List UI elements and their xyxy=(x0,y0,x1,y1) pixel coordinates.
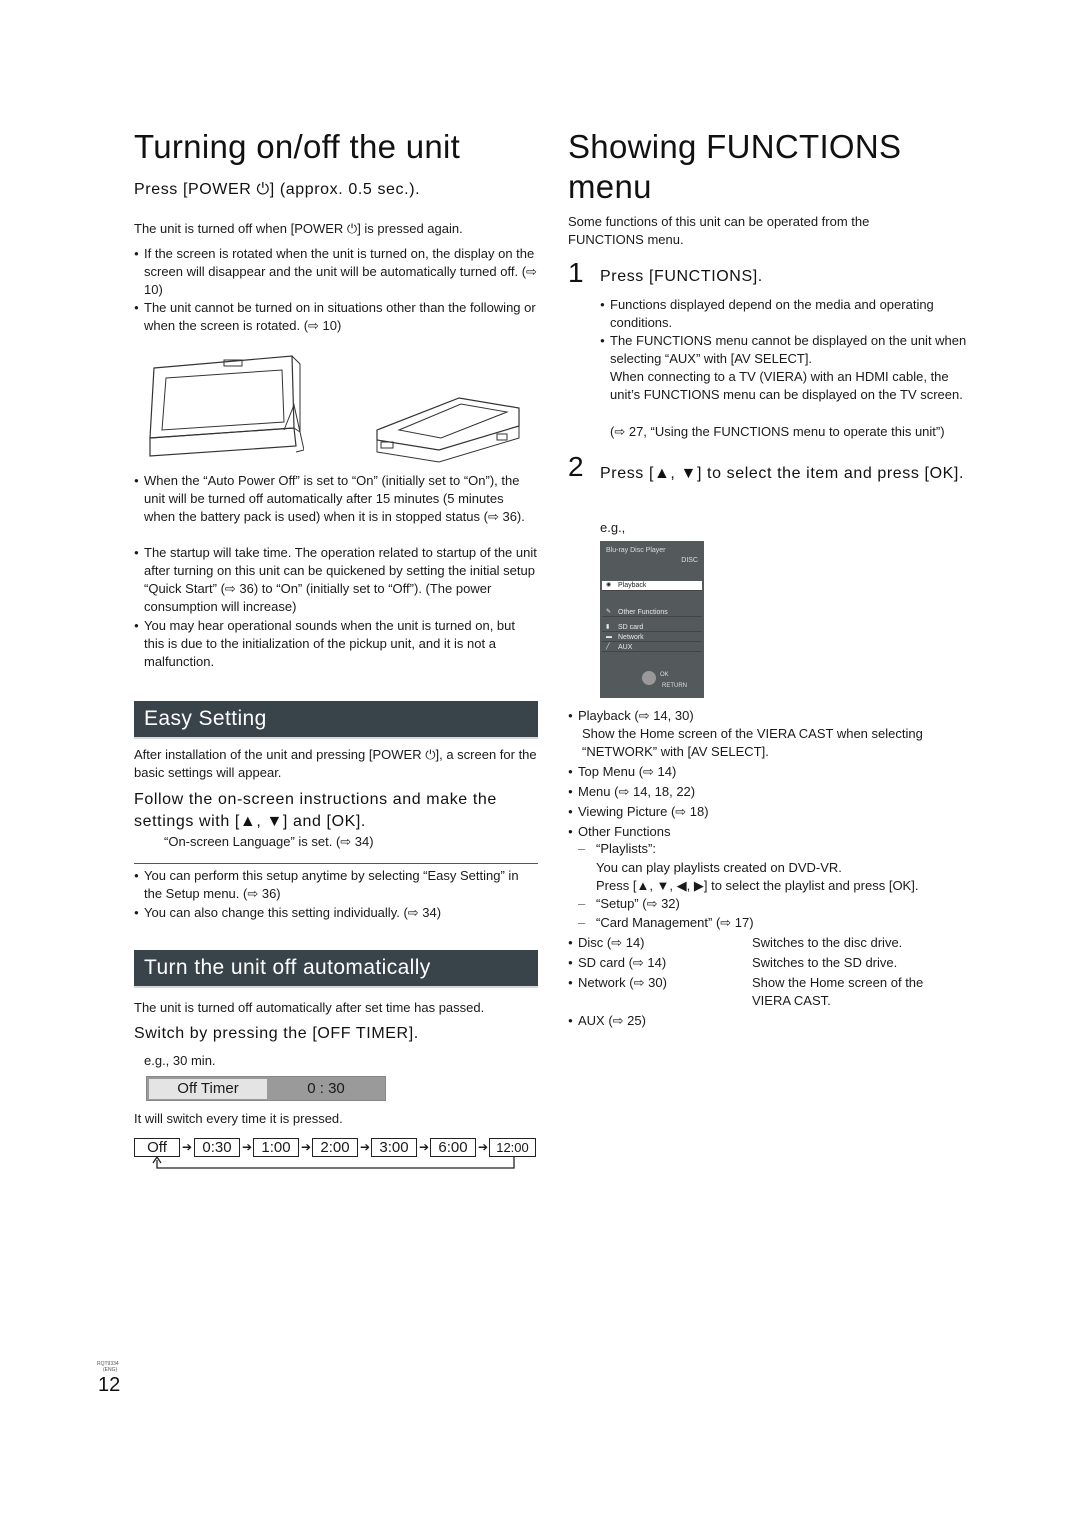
arrow-right-icon: ➔ xyxy=(301,1140,312,1154)
menu-item-playback[interactable]: ◉ Playback xyxy=(602,581,702,591)
sub-item: “Playlists”: xyxy=(596,841,656,856)
off-timer-display: Off Timer 0 : 30 xyxy=(146,1076,386,1101)
bullet-item: The startup will take time. The operatio… xyxy=(134,544,538,616)
model-code: RQT9334 (ENG) xyxy=(97,1361,119,1373)
arrow-right-icon: ➔ xyxy=(419,1140,430,1154)
sub-item-desc: You can play playlists created on DVD-VR… xyxy=(596,860,842,875)
tools-icon: ✎ xyxy=(606,609,612,615)
list-item-desc: Show the Home screen of the VIERA CAST w… xyxy=(582,726,923,759)
network-icon: ▬ xyxy=(606,634,612,640)
dash-icon: – xyxy=(578,915,586,930)
list-item: Menu (⇨ 14, 18, 22) xyxy=(568,783,695,801)
sd-card-icon: ▮ xyxy=(606,624,610,630)
auto-off-example: e.g., 30 min. xyxy=(144,1053,216,1068)
table-row-label: AUX (⇨ 25) xyxy=(568,1012,646,1030)
page-number: 12 xyxy=(98,1374,121,1396)
functions-intro: Some functions of this unit can be opera… xyxy=(568,214,870,247)
timer-step: 2:00 xyxy=(312,1138,358,1157)
section-header-auto-off: Turn the unit off automatically xyxy=(134,950,538,988)
table-row-desc: Switches to the SD drive. xyxy=(752,955,898,970)
sub-item: “Setup” (⇨ 32) xyxy=(596,896,680,911)
timer-step: 12:00 xyxy=(489,1138,536,1157)
list-item: Viewing Picture (⇨ 18) xyxy=(568,803,709,821)
section-title-functions: Showing FUNCTIONS xyxy=(568,128,902,165)
loop-back-arrow-icon xyxy=(152,1157,515,1169)
step2-example: e.g., xyxy=(600,520,626,535)
arrow-right-icon: ➔ xyxy=(242,1140,253,1154)
bullet-item: If the screen is rotated when the unit i… xyxy=(134,245,538,299)
table-row-label: Disc (⇨ 14) xyxy=(568,934,645,952)
list-item: Playback (⇨ 14, 30) xyxy=(568,707,972,725)
bullet-item: Functions displayed depend on the media … xyxy=(600,296,972,332)
table-row-desc: Switches to the disc drive. xyxy=(752,935,903,950)
section-title-functions-line2: menu xyxy=(568,168,652,205)
dash-icon: – xyxy=(578,896,586,911)
screen-media: DISC xyxy=(681,557,698,564)
menu-item-other-functions[interactable]: ✎ Other Functions xyxy=(602,608,702,617)
unit-upright-illustration xyxy=(149,355,304,457)
arrow-right-icon: ➔ xyxy=(182,1140,193,1154)
aux-icon: ╱ xyxy=(606,644,610,650)
easy-setting-instruction: Follow the on-screen instructions and ma… xyxy=(134,791,497,830)
off-timer-value: 0 : 30 xyxy=(307,1080,345,1097)
bullet-item: When the “Auto Power Off” is set to “On”… xyxy=(134,472,538,526)
bullet-item: You can also change this setting individ… xyxy=(134,904,538,922)
timer-step: Off xyxy=(134,1138,180,1157)
step2-instruction: Press [▲, ▼] to select the item and pres… xyxy=(600,465,964,482)
bullet-item: The FUNCTIONS menu cannot be displayed o… xyxy=(600,332,972,368)
menu-item-aux[interactable]: ╱ AUX xyxy=(602,643,702,652)
bullet-item: The unit cannot be turned on in situatio… xyxy=(134,299,538,335)
menu-item-sd-card[interactable]: ▮ SD card xyxy=(602,623,702,632)
section-header-easy-setting: Easy Setting xyxy=(134,701,538,739)
list-item: Top Menu (⇨ 14) xyxy=(568,763,676,781)
timer-step: 3:00 xyxy=(371,1138,417,1157)
step-number: 2 xyxy=(568,451,584,482)
screen-title: Blu-ray Disc Player xyxy=(606,547,666,554)
list-item: Other Functions xyxy=(568,823,671,841)
table-row-label: SD card (⇨ 14) xyxy=(568,954,666,972)
unit-flat-illustration xyxy=(376,397,520,463)
step-number: 1 xyxy=(568,257,584,288)
menu-item-network[interactable]: ▬ Network xyxy=(602,633,702,642)
functions-menu-screen: Blu-ray Disc Player DISC ◉ Playback ✎ Othe… xyxy=(600,541,704,698)
timer-step: 1:00 xyxy=(253,1138,299,1157)
power-intro: The unit is turned off when [POWER ⏻] is… xyxy=(134,221,463,236)
easy-setting-note: “On-screen Language” is set. (⇨ 34) xyxy=(164,834,374,849)
step1-instruction: Press [FUNCTIONS]. xyxy=(600,268,763,285)
disc-icon: ◉ xyxy=(606,582,612,588)
divider xyxy=(134,863,538,864)
timer-step: 0:30 xyxy=(194,1138,240,1157)
timer-step: 6:00 xyxy=(430,1138,476,1157)
arrow-right-icon: ➔ xyxy=(478,1140,489,1154)
table-row-label: Network (⇨ 30) xyxy=(568,974,667,992)
bullet-item: You may hear operational sounds when the… xyxy=(134,617,538,671)
off-timer-label: Off Timer xyxy=(149,1079,267,1099)
arrow-right-icon: ➔ xyxy=(360,1140,371,1154)
step1-extra: When connecting to a TV (VIERA) with an … xyxy=(610,369,963,402)
table-row-desc: Show the Home screen of the xyxy=(752,975,924,990)
power-instruction: Press [POWER ⏻] (approx. 0.5 sec.). xyxy=(134,181,421,198)
dash-icon: – xyxy=(578,841,586,856)
sub-item: “Card Management” (⇨ 17) xyxy=(596,915,754,930)
section-title-power: Turning on/off the unit xyxy=(134,128,461,165)
step1-ref: (⇨ 27, “Using the FUNCTIONS menu to oper… xyxy=(610,424,945,439)
ok-label: OK xyxy=(660,672,669,678)
bullet-item: You can perform this setup anytime by se… xyxy=(134,867,538,903)
auto-off-instruction: Switch by pressing the [OFF TIMER]. xyxy=(134,1025,419,1042)
return-label: RETURN xyxy=(662,683,687,689)
ok-button-icon xyxy=(642,671,656,685)
auto-off-intro: The unit is turned off automatically aft… xyxy=(134,1000,485,1015)
easy-setting-intro: After installation of the unit and press… xyxy=(134,747,537,780)
sub-item-desc: Press [▲, ▼, ◀, ▶] to select the playlis… xyxy=(596,878,919,893)
table-row-desc: VIERA CAST. xyxy=(752,993,831,1008)
auto-off-note: It will switch every time it is pressed. xyxy=(134,1111,343,1126)
